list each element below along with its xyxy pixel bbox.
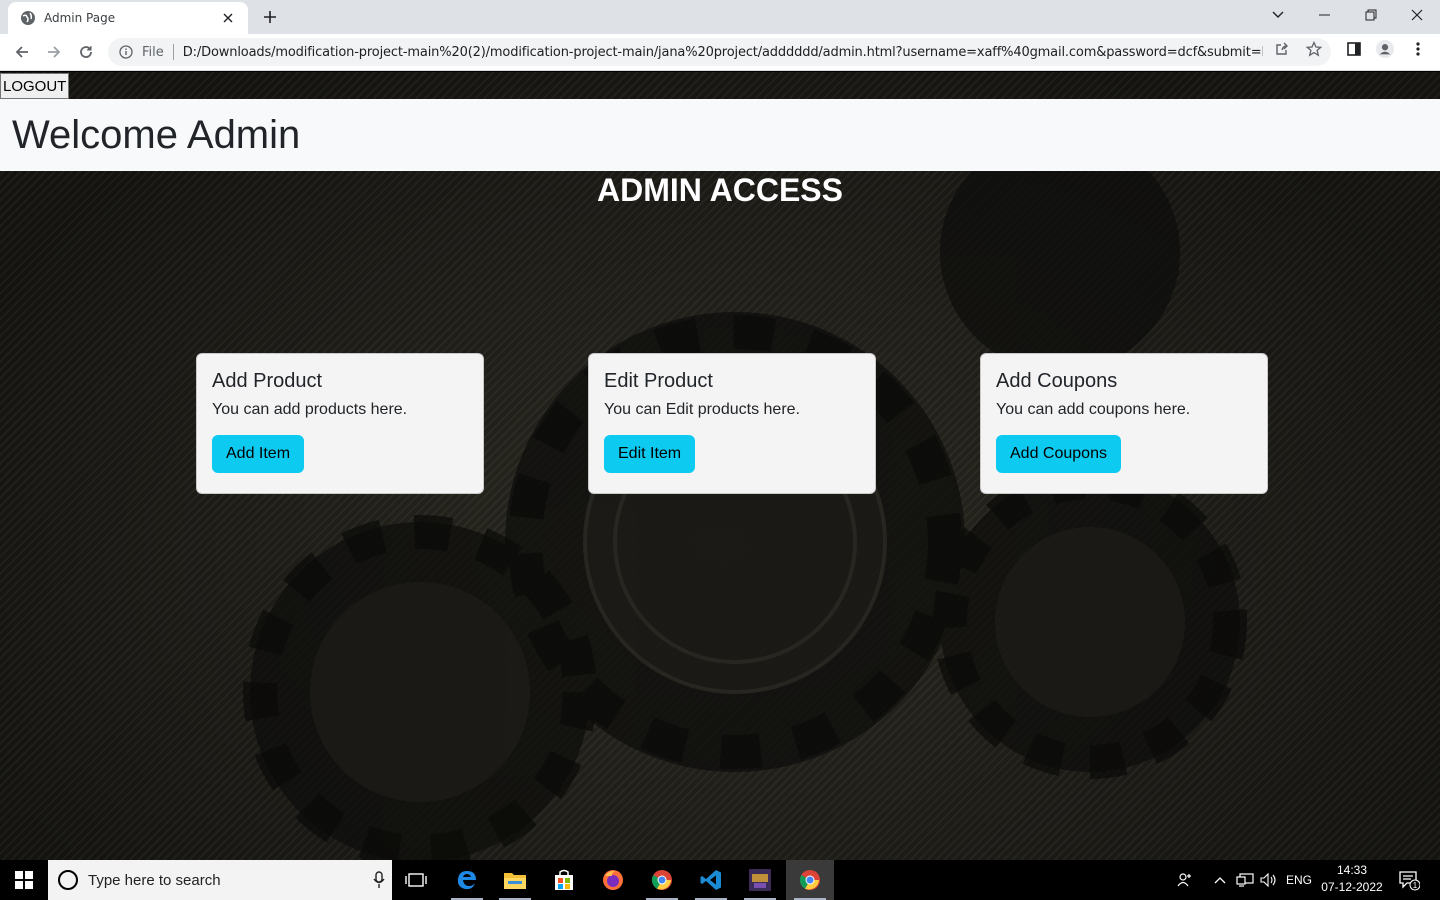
chrome-active-icon[interactable] (786, 860, 834, 900)
card-text: You can add products here. (212, 401, 408, 418)
logout-button[interactable]: LOGOUT (0, 73, 70, 99)
network-icon[interactable] (1235, 860, 1255, 900)
firefox-icon[interactable] (589, 860, 637, 900)
clock-date: 07-12-2022 (1321, 880, 1383, 894)
url-text[interactable]: D:/Downloads/modification-project-main%2… (183, 45, 1263, 60)
microphone-icon[interactable] (366, 870, 392, 890)
back-arrow-icon[interactable] (8, 38, 36, 66)
scheme-label: File (142, 44, 164, 60)
restore-icon[interactable] (1348, 0, 1394, 30)
window-controls (1302, 0, 1440, 30)
card-text: You can add coupons here. (996, 401, 1191, 418)
people-icon[interactable] (1174, 860, 1196, 900)
admin-access-heading: ADMIN ACCESS (597, 172, 843, 208)
close-tab-icon[interactable] (220, 10, 236, 26)
navbar-brand[interactable]: Welcome Admin (12, 113, 300, 158)
site-info-icon[interactable] (118, 44, 134, 60)
system-clock[interactable]: 14:33 07-12-2022 (1316, 862, 1388, 898)
profile-avatar-icon[interactable] (1376, 40, 1394, 58)
close-window-icon[interactable] (1394, 0, 1440, 30)
reload-icon[interactable] (72, 38, 100, 66)
notification-center-icon[interactable]: 1 (1394, 860, 1424, 900)
side-panel-icon[interactable] (1345, 40, 1363, 58)
browser-tab-strip: Admin Page (0, 0, 1440, 34)
volume-icon[interactable] (1259, 860, 1279, 900)
share-icon[interactable] (1273, 40, 1291, 58)
add-item-button[interactable]: Add Item (212, 435, 305, 473)
edge-icon[interactable] (443, 860, 491, 900)
task-view-icon[interactable] (392, 860, 440, 900)
windows-taskbar: Type here to search ENG 14:33 07-12-2022… (0, 860, 1440, 900)
notification-count: 1 (1413, 881, 1418, 890)
card-title: Add Product (212, 370, 323, 392)
navbar: Welcome Admin (0, 99, 1440, 171)
windows-start-icon[interactable] (0, 860, 48, 900)
minimize-icon[interactable] (1302, 0, 1348, 30)
taskbar-search-box[interactable]: Type here to search (48, 860, 392, 900)
clock-time: 14:33 (1336, 863, 1368, 877)
chrome-icon[interactable] (638, 860, 686, 900)
game-icon[interactable] (736, 860, 784, 900)
card-title: Edit Product (604, 370, 713, 392)
browser-toolbar: File D:/Downloads/modification-project-m… (0, 34, 1440, 71)
page-viewport: LOGOUT Welcome Admin ADMIN ACCESS Add Pr… (0, 72, 1440, 860)
browser-tab-active[interactable]: Admin Page (8, 2, 248, 34)
language-indicator[interactable]: ENG (1283, 860, 1315, 900)
vscode-icon[interactable] (687, 860, 735, 900)
new-tab-button[interactable] (258, 5, 282, 29)
add-coupons-card: Add Coupons You can add coupons here. Ad… (980, 353, 1268, 494)
forward-arrow-icon[interactable] (40, 38, 68, 66)
file-explorer-icon[interactable] (491, 860, 539, 900)
add-product-card: Add Product You can add products here. A… (196, 353, 484, 494)
globe-icon (20, 10, 36, 26)
bookmark-star-icon[interactable] (1305, 40, 1323, 58)
edit-product-card: Edit Product You can Edit products here.… (588, 353, 876, 494)
card-text: You can Edit products here. (604, 401, 800, 418)
store-icon[interactable] (540, 860, 588, 900)
omnibox-separator (172, 44, 174, 60)
edit-item-button[interactable]: Edit Item (604, 435, 696, 473)
card-title: Add Coupons (996, 370, 1118, 392)
tab-title: Admin Page (44, 11, 116, 25)
tab-search-icon[interactable] (1266, 5, 1290, 25)
browser-menu-icon[interactable] (1409, 40, 1427, 58)
chevron-up-icon[interactable] (1211, 860, 1229, 900)
cortana-icon (58, 870, 78, 890)
add-coupons-button[interactable]: Add Coupons (996, 435, 1121, 473)
address-bar[interactable]: File D:/Downloads/modification-project-m… (108, 38, 1331, 66)
taskbar-search-placeholder: Type here to search (88, 871, 221, 889)
